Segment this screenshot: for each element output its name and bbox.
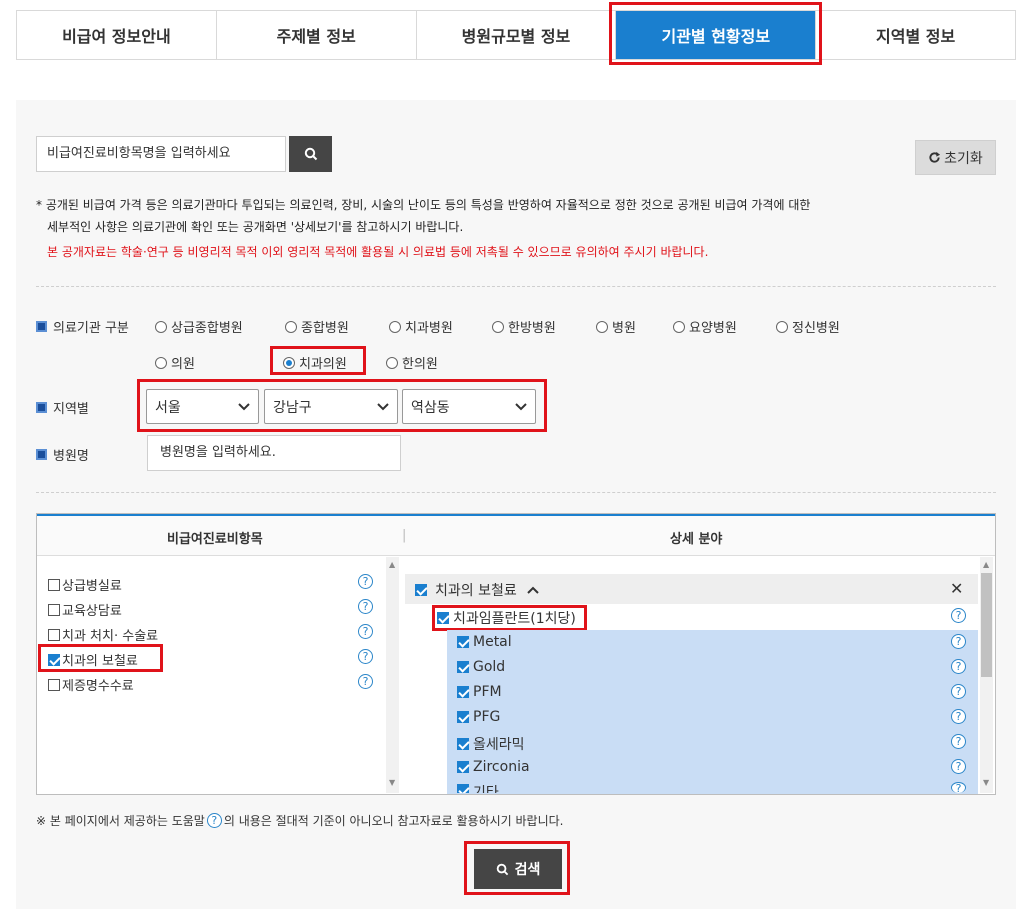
right-item-6[interactable]: 기타 bbox=[457, 782, 499, 793]
left-scrollbar[interactable] bbox=[386, 557, 399, 793]
notice-line-2: 세부적인 사항은 의료기관에 확인 또는 공개화면 '상세보기'를 참고하시기 … bbox=[47, 220, 464, 234]
listbox-header: 비급여진료비항목 | 상세 분야 bbox=[37, 514, 995, 556]
help-icon[interactable]: ? bbox=[358, 649, 373, 664]
help-icon[interactable]: ? bbox=[951, 759, 966, 774]
hospital-name-input[interactable]: 병원명을 입력하세요. bbox=[147, 435, 401, 471]
tab-noncovered-info[interactable]: 비급여 정보안내 bbox=[17, 11, 217, 59]
radio-institution-0[interactable]: 상급종합병원 bbox=[155, 317, 243, 336]
right-scroll-thumb[interactable] bbox=[981, 573, 992, 677]
institution-type-label: 의료기관 구분 bbox=[36, 317, 129, 336]
right-item-0[interactable]: Metal bbox=[457, 634, 512, 650]
notice-line-1: * 공개된 비급여 가격 등은 의료기관마다 투입되는 의료인력, 장비, 시술… bbox=[36, 198, 811, 212]
square-bullet-icon bbox=[36, 402, 47, 413]
scroll-up-icon[interactable]: ▲ bbox=[389, 560, 395, 569]
search-icon bbox=[304, 147, 317, 161]
left-item-1[interactable]: 교육상담료 bbox=[48, 600, 122, 619]
radio-institution-9[interactable]: 한의원 bbox=[386, 353, 438, 372]
top-tab-bar: 비급여 정보안내 주제별 정보 병원규모별 정보 기관별 현황정보 지역별 정보 bbox=[16, 10, 1016, 60]
radio-institution-6[interactable]: 정신병원 bbox=[776, 317, 840, 336]
help-footnote: ※ 본 페이지에서 제공하는 도움말 ? 의 내용은 절대적 기준이 아니오니 … bbox=[36, 813, 564, 828]
region-label: 지역별 bbox=[36, 398, 89, 417]
help-icon[interactable]: ? bbox=[358, 674, 373, 689]
tab-hospital-size-info[interactable]: 병원규모별 정보 bbox=[416, 11, 617, 59]
left-item-4[interactable]: 제증명수수료 bbox=[48, 675, 134, 694]
help-icon[interactable]: ? bbox=[951, 659, 966, 674]
divider bbox=[36, 492, 996, 493]
right-item-4[interactable]: 올세라믹 bbox=[457, 734, 525, 754]
radio-institution-2[interactable]: 치과병원 bbox=[389, 317, 453, 336]
reset-label: 초기화 bbox=[944, 150, 983, 167]
help-icon: ? bbox=[206, 813, 222, 828]
notice-warning: 본 공개자료는 학술·연구 등 비영리적 목적 이외 영리적 목적에 활용될 시… bbox=[47, 245, 709, 259]
column-divider: | bbox=[402, 528, 407, 543]
scroll-down-icon[interactable]: ▼ bbox=[389, 778, 395, 787]
help-icon[interactable]: ? bbox=[951, 734, 966, 749]
hospital-name-label: 병원명 bbox=[36, 445, 89, 464]
tab-topic-info[interactable]: 주제별 정보 bbox=[216, 11, 417, 59]
right-item-3[interactable]: PFG bbox=[457, 709, 500, 725]
square-bullet-icon bbox=[36, 449, 47, 460]
highlight-region-selects bbox=[137, 379, 547, 432]
radio-institution-7[interactable]: 의원 bbox=[155, 353, 195, 372]
help-icon[interactable]: ? bbox=[951, 709, 966, 724]
highlight-left-item bbox=[38, 644, 163, 672]
left-column-header: 비급여진료비항목 bbox=[167, 532, 263, 547]
radio-institution-3[interactable]: 한방병원 bbox=[492, 317, 556, 336]
chevron-up-icon bbox=[527, 586, 539, 594]
item-search-button[interactable] bbox=[289, 136, 332, 172]
radio-institution-5[interactable]: 요양병원 bbox=[673, 317, 737, 336]
scroll-down-icon[interactable]: ▼ bbox=[983, 778, 989, 787]
help-icon[interactable]: ? bbox=[358, 599, 373, 614]
reset-button[interactable]: 초기화 bbox=[915, 140, 996, 175]
highlight-search-button bbox=[464, 841, 570, 895]
radio-institution-4[interactable]: 병원 bbox=[596, 317, 636, 336]
close-icon[interactable]: ✕ bbox=[950, 579, 963, 598]
right-item-1[interactable]: Gold bbox=[457, 659, 505, 675]
highlight-sub-item bbox=[432, 605, 587, 631]
item-search-input[interactable]: 비급여진료비항목명을 입력하세요 bbox=[36, 136, 286, 172]
highlight-selected-radio bbox=[270, 346, 366, 375]
right-item-5[interactable]: Zirconia bbox=[457, 759, 530, 775]
right-group-item[interactable]: 치과의 보철료 bbox=[415, 580, 539, 600]
square-bullet-icon bbox=[36, 321, 47, 332]
highlight-active-tab bbox=[609, 2, 822, 65]
divider bbox=[36, 286, 996, 287]
help-icon[interactable]: ? bbox=[358, 624, 373, 639]
refresh-icon bbox=[929, 151, 941, 163]
scroll-up-icon[interactable]: ▲ bbox=[983, 560, 989, 569]
right-column-header: 상세 분야 bbox=[670, 532, 723, 547]
help-icon[interactable]: ? bbox=[951, 684, 966, 699]
right-item-2[interactable]: PFM bbox=[457, 684, 502, 700]
left-item-2[interactable]: 치과 처치· 수술료 bbox=[48, 625, 158, 644]
tab-region-info[interactable]: 지역별 정보 bbox=[816, 11, 1015, 59]
help-icon[interactable]: ? bbox=[951, 634, 966, 649]
help-icon[interactable]: ? bbox=[951, 782, 966, 793]
help-icon[interactable]: ? bbox=[951, 608, 966, 623]
help-icon[interactable]: ? bbox=[358, 574, 373, 589]
left-item-0[interactable]: 상급병실료 bbox=[48, 575, 122, 594]
radio-institution-1[interactable]: 종합병원 bbox=[285, 317, 349, 336]
